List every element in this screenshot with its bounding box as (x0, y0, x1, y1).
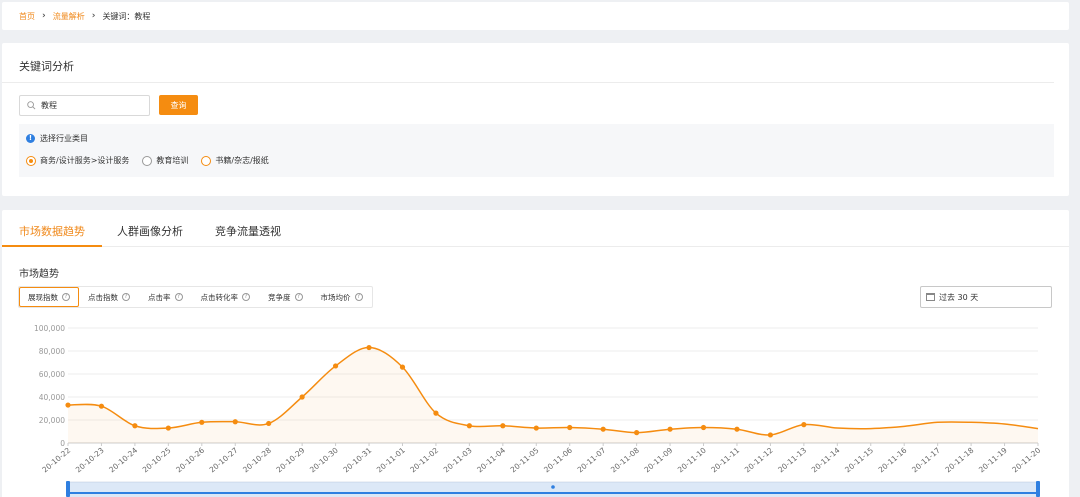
zoom-slider-window (68, 482, 1038, 497)
industry-radio-design[interactable]: 商务/设计服务>设计服务 (26, 155, 129, 166)
market-card: 市场数据趋势 人群画像分析 竞争流量透视 市场趋势 展现指数? 点击指数? 点击… (2, 210, 1069, 497)
x-tick-label: 20-11-13 (776, 445, 808, 474)
y-tick-label: 20,000 (39, 416, 65, 425)
data-point (332, 363, 339, 369)
x-tick-label: 20-10-30 (308, 445, 340, 474)
x-tick-label: 20-11-19 (977, 445, 1009, 474)
x-tick-label: 20-10-29 (275, 445, 307, 474)
data-point (399, 364, 406, 370)
info-icon: ! (26, 134, 35, 143)
data-point (533, 425, 539, 431)
industry-radio-books[interactable]: 书籍/杂志/报纸 (201, 155, 269, 166)
data-point (165, 425, 171, 431)
data-point (600, 426, 606, 432)
x-tick-label: 20-11-04 (475, 445, 507, 474)
series-area (68, 347, 1038, 443)
data-point (65, 402, 71, 408)
industry-radio-group: 商务/设计服务>设计服务 教育培训 书籍/杂志/报纸 (26, 155, 282, 166)
x-tick-label: 20-11-07 (576, 445, 608, 474)
divider (2, 82, 1054, 83)
x-tick-label: 20-10-26 (174, 445, 206, 474)
data-point (433, 410, 439, 416)
x-tick-label: 20-11-01 (375, 445, 407, 474)
data-point (634, 430, 640, 436)
keyword-analysis-title: 关键词分析 (19, 60, 74, 73)
x-tick-label: 20-11-16 (877, 445, 909, 474)
industry-panel: ! 选择行业类目 商务/设计服务>设计服务 教育培训 书籍/杂志/报纸 (19, 124, 1054, 177)
y-tick-label: 40,000 (39, 393, 65, 402)
query-button[interactable]: 查询 (159, 95, 198, 115)
data-point (299, 394, 305, 400)
trend-line-chart: 020,00040,00060,00080,000100,00020-10-22… (34, 324, 1042, 497)
x-tick-label: 20-11-06 (542, 445, 574, 474)
x-tick-label: 20-10-22 (40, 445, 72, 474)
data-point (266, 420, 272, 427)
breadcrumb: 首页 › 流量解析 › 关键词：教程 (2, 2, 1069, 30)
data-point (801, 422, 807, 428)
industry-radio-education[interactable]: 教育培训 (142, 155, 188, 166)
zoom-slider-center-grip (551, 485, 555, 489)
radio-selected-icon (26, 155, 36, 166)
x-tick-label: 20-10-23 (74, 445, 106, 474)
breadcrumb-current: 关键词：教程 (102, 11, 151, 21)
x-tick-label: 20-11-10 (676, 445, 708, 474)
industry-title: ! 选择行业类目 (26, 133, 88, 144)
x-tick-label: 20-10-27 (208, 445, 240, 474)
data-point (232, 419, 238, 425)
industry-radio-label: 书籍/杂志/报纸 (215, 156, 269, 165)
industry-radio-label: 教育培训 (156, 156, 189, 165)
x-tick-label: 20-11-15 (843, 445, 875, 474)
data-point (466, 423, 472, 429)
data-point (132, 423, 138, 429)
x-tick-label: 20-11-20 (1010, 445, 1042, 474)
x-tick-label: 20-11-14 (810, 445, 842, 474)
x-tick-label: 20-11-05 (509, 445, 541, 474)
chevron-right-icon: › (91, 11, 96, 21)
zoom-slider-right-handle (1036, 481, 1040, 497)
x-tick-label: 20-11-11 (709, 445, 741, 474)
breadcrumb-traffic-link[interactable]: 流量解析 (53, 11, 85, 22)
breadcrumb-home-link[interactable]: 首页 (19, 11, 35, 22)
x-tick-label: 20-11-17 (910, 445, 942, 474)
radio-icon (201, 155, 212, 166)
data-point (734, 426, 740, 432)
x-tick-label: 20-11-09 (642, 445, 674, 474)
industry-title-label: 选择行业类目 (40, 134, 88, 143)
x-tick-label: 20-10-24 (107, 445, 139, 474)
breadcrumb-card: 首页 › 流量解析 › 关键词：教程 (2, 2, 1069, 30)
data-point (500, 423, 506, 429)
data-point (98, 403, 105, 409)
x-tick-label: 20-11-08 (609, 445, 641, 474)
series-line (67, 346, 1039, 436)
x-tick-label: 20-11-18 (944, 445, 976, 474)
industry-radio-label: 商务/设计服务>设计服务 (40, 156, 130, 165)
data-point (567, 424, 573, 431)
y-tick-label: 60,000 (39, 370, 65, 379)
y-tick-label: 80,000 (39, 347, 65, 356)
chevron-right-icon: › (42, 11, 46, 21)
zoom-slider-left-handle (66, 481, 70, 497)
data-point (767, 432, 774, 438)
search-icon (27, 101, 36, 110)
keyword-analysis-card: 关键词分析 查询 ! 选择行业类目 商务/设计服务>设计服务 教育培训 书籍/杂… (2, 43, 1069, 196)
x-tick-label: 20-11-03 (442, 445, 474, 474)
x-tick-label: 20-11-12 (743, 445, 775, 474)
data-point (366, 344, 372, 351)
keyword-search-input[interactable] (41, 101, 141, 110)
data-point (199, 419, 205, 425)
data-point (667, 426, 673, 432)
keyword-search-box[interactable] (19, 95, 150, 116)
y-tick-label: 100,000 (34, 324, 65, 333)
x-tick-label: 20-10-25 (141, 445, 173, 474)
x-tick-label: 20-11-02 (408, 445, 440, 474)
data-point (700, 424, 707, 431)
x-tick-label: 20-10-28 (241, 445, 273, 474)
x-tick-label: 20-10-31 (341, 445, 373, 474)
radio-icon (142, 155, 153, 166)
